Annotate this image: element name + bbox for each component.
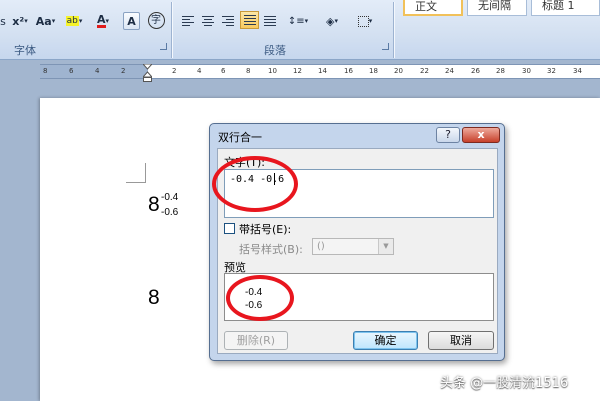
align-center-button[interactable] [200, 12, 216, 30]
align-right-icon [222, 16, 234, 26]
ruler-tick: 4 [197, 67, 202, 75]
superscript-label: x² [12, 14, 25, 28]
justify-icon [243, 15, 256, 25]
align-left-button[interactable] [180, 12, 196, 30]
enclose-char-button[interactable]: 字 [146, 11, 166, 29]
line-spacing-icon: ↕≡ [287, 15, 305, 27]
ruler-tick: 16 [344, 67, 353, 75]
ruler-tick: 6 [69, 67, 74, 75]
help-icon: ? [445, 128, 451, 141]
page-corner-mark [126, 163, 146, 183]
justify-button[interactable] [240, 11, 259, 29]
font-color-label: A [96, 13, 106, 28]
font-dialog-launcher[interactable] [160, 43, 167, 50]
style-normal-label: 正文 [415, 0, 437, 13]
enclose-char-label: 字 [147, 11, 165, 29]
highlight-label: ab [65, 16, 79, 26]
ruler-tick: 4 [95, 67, 100, 75]
annotation-ellipse-preview [226, 275, 294, 321]
char-shading-label: A [127, 14, 136, 28]
ruler-tick: 20 [394, 67, 403, 75]
plain-base-char: 8 [148, 286, 160, 309]
align-center-icon [202, 16, 214, 26]
border-grid-icon [357, 15, 369, 27]
align-left-icon [182, 16, 194, 26]
style-no-spacing[interactable]: 无间隔 [467, 0, 527, 16]
group-separator [393, 2, 394, 58]
dialog-title: 双行合一 [218, 131, 262, 144]
help-button[interactable]: ? [436, 127, 460, 143]
ribbon: s x² ▾ Aa ▾ ab ▾ A ▾ A 字 字体 ↕≡ ▾ ◈ ▾ ▾ 段落 [0, 0, 600, 60]
ruler-tick: 28 [496, 67, 505, 75]
distributed-icon [264, 16, 276, 26]
ruler-tick: 8 [43, 67, 48, 75]
shading-button[interactable]: ◈ ▾ [318, 12, 346, 30]
ruler-tick: 24 [445, 67, 454, 75]
paragraph-group-label: 段落 [264, 44, 286, 57]
ruler-tick: 14 [318, 67, 327, 75]
ruler-tick: 2 [121, 67, 126, 75]
ok-button[interactable]: 确定 [353, 331, 418, 350]
align-right-button[interactable] [220, 12, 236, 30]
bracket-style-label: 括号样式(B): [239, 243, 303, 256]
ruler-tick: 6 [221, 67, 226, 75]
combined-top-text: -0.4 [161, 192, 179, 203]
chevron-down-icon: ▼ [378, 239, 393, 254]
ruler-tick: 2 [172, 67, 177, 75]
style-normal[interactable]: 正文 [403, 0, 463, 16]
ruler-tick: 18 [369, 67, 378, 75]
ok-button-label: 确定 [374, 334, 397, 347]
watermark: 头条 @一股清流1516 [440, 376, 569, 391]
ruler-tick: 34 [573, 67, 582, 75]
ruler-tick: 12 [293, 67, 302, 75]
font-group-label: 字体 [14, 44, 36, 57]
bracket-checkbox-label: 带括号(E): [239, 223, 292, 236]
combined-base-char: 8 [148, 193, 160, 216]
distributed-button[interactable] [262, 12, 278, 30]
ruler-tick: 8 [246, 67, 251, 75]
combined-bottom-text: -0.6 [161, 207, 179, 218]
ribbon-edge: s [0, 14, 6, 28]
superscript-button[interactable]: x² ▾ [9, 12, 31, 30]
paint-bucket-icon: ◈ [326, 14, 335, 28]
ruler-tick: 26 [471, 67, 480, 75]
close-icon: x [477, 128, 485, 141]
group-separator [171, 2, 172, 58]
font-color-button[interactable]: A ▾ [90, 12, 116, 30]
highlight-button[interactable]: ab ▾ [61, 12, 87, 30]
delete-button-label: 删除(R) [236, 334, 276, 347]
annotation-ellipse-text [212, 156, 298, 212]
close-button[interactable]: x [462, 127, 500, 143]
change-case-label: Aa [35, 14, 52, 28]
style-heading1-label: 标题 1 [542, 0, 575, 12]
ruler-tick: 32 [547, 67, 556, 75]
style-heading1[interactable]: 标题 1 [531, 0, 600, 16]
char-shading-button[interactable]: A [123, 12, 140, 30]
indent-marker-icon[interactable] [143, 64, 152, 82]
ruler-tick: 22 [420, 67, 429, 75]
cancel-button-label: 取消 [450, 334, 472, 347]
bracket-style-select[interactable]: () ▼ [312, 238, 394, 255]
change-case-button[interactable]: Aa ▾ [33, 12, 58, 30]
left-workspace-strip [0, 83, 40, 401]
horizontal-ruler[interactable]: 8 6 4 2 2 4 6 8 10 12 14 16 18 20 22 24 … [40, 64, 600, 79]
ruler-left-margin [40, 65, 148, 78]
style-no-spacing-label: 无间隔 [478, 0, 511, 12]
ruler-tick: 30 [522, 67, 531, 75]
line-spacing-button[interactable]: ↕≡ ▾ [284, 12, 312, 30]
cancel-button[interactable]: 取消 [428, 331, 494, 350]
borders-button[interactable]: ▾ [350, 12, 380, 30]
bracket-style-value: () [317, 241, 325, 252]
delete-button[interactable]: 删除(R) [224, 331, 288, 350]
paragraph-dialog-launcher[interactable] [382, 43, 389, 50]
bracket-checkbox[interactable] [224, 223, 235, 234]
ruler-tick: 10 [268, 67, 277, 75]
